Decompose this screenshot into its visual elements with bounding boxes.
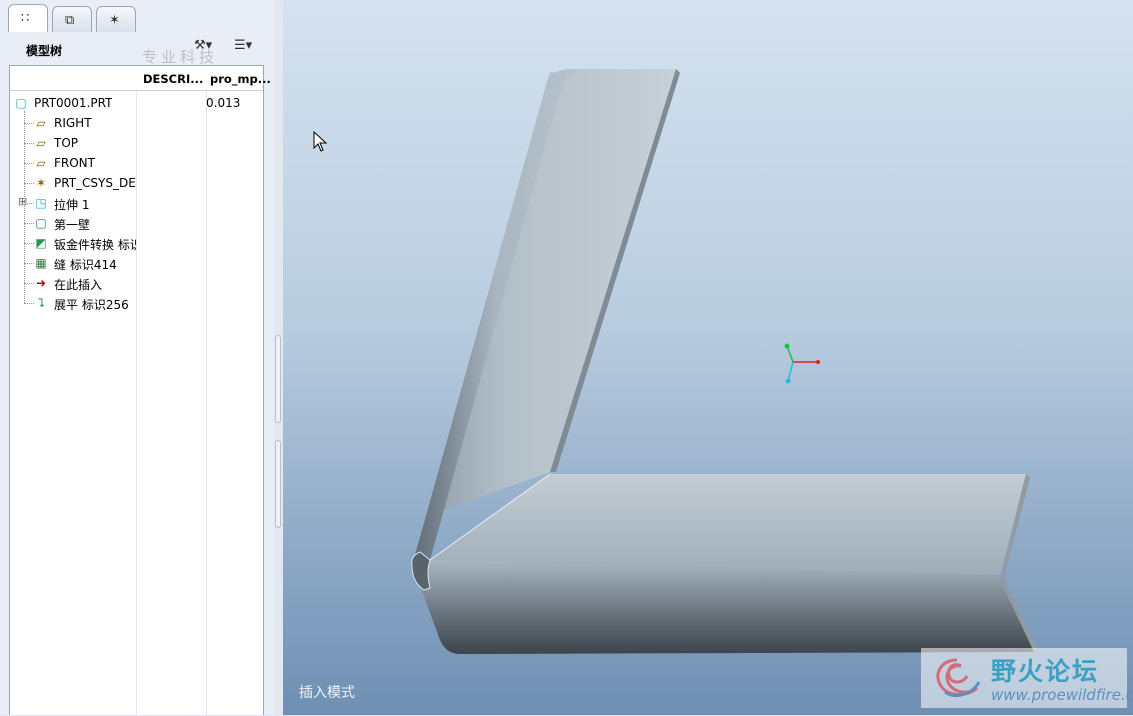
first-wall-icon: ▢	[35, 216, 47, 230]
model-tree-tab[interactable]: ∷	[8, 4, 48, 32]
tree-item-label: PRT0001.PRT	[34, 96, 113, 110]
tree-connector	[24, 303, 34, 304]
tree-connector	[24, 283, 34, 284]
forum-logo-icon	[936, 658, 981, 698]
tree-item-label: RIGHT	[54, 116, 92, 130]
csys-triad	[784, 343, 820, 384]
mouse-cursor-icon	[313, 130, 328, 152]
csys-z-endpoint	[785, 378, 791, 384]
navigator-tabs: ∷ ⧉ ✶	[0, 0, 274, 32]
extrude-icon: ◳	[35, 196, 47, 210]
splitter-grip[interactable]	[275, 335, 281, 423]
model-tree: DESCRI... pro_mp... ▢ PRT0001.PRT 0.013 ▱ RI…	[9, 65, 271, 716]
tree-connector	[24, 223, 34, 224]
bend-section-end	[411, 551, 431, 591]
tree-connector	[24, 123, 34, 124]
tree-header: DESCRI... pro_mp...	[10, 66, 271, 91]
tree-item[interactable]: ▱ TOP	[10, 133, 263, 153]
horizontal-flange-top-face	[430, 474, 1026, 575]
rip-icon: ▦	[35, 256, 47, 270]
tree-connector	[24, 243, 34, 244]
tree-connector	[24, 111, 25, 303]
horizontal-flange[interactable]	[411, 473, 1038, 654]
sheetmetal-convert-icon: ◩	[35, 236, 47, 250]
tree-connector	[24, 163, 34, 164]
graphics-viewport[interactable]: 插入模式 野火论坛 www.proewildfire.cn	[283, 0, 1133, 715]
datum-plane-icon: ▱	[36, 116, 46, 130]
coordinate-system-icon: ✶	[35, 176, 47, 190]
tree-item[interactable]: ➜ 在此插入	[10, 273, 263, 293]
forum-title: 野火论坛	[991, 657, 1100, 686]
tree-item-label: 在此插入	[54, 278, 103, 292]
tree-settings-icon[interactable]: ⚒▾	[194, 38, 212, 58]
tree-item-label: FRONT	[54, 156, 95, 170]
tree-item-value: 0.013	[206, 96, 241, 110]
tree-connector	[24, 183, 34, 184]
tree-item-label: 拉伸 1	[54, 198, 90, 212]
model-tree-toolbar: 模型树 专业科技 ⚒▾ ☰▾	[0, 32, 274, 66]
datum-plane-icon: ▱	[36, 136, 46, 150]
insert-here-arrow-icon: ➜	[35, 276, 47, 290]
csys-z-axis	[787, 361, 794, 382]
expand-icon[interactable]: ⊞	[18, 195, 28, 208]
tree-item[interactable]: ⮧ 展平 标识256	[10, 293, 263, 313]
unbend-icon: ⮧	[37, 296, 45, 310]
tree-item[interactable]: ▱ RIGHT	[10, 113, 263, 133]
tree-item[interactable]: ▢ PRT0001.PRT 0.013	[10, 93, 263, 113]
tree-item-label: 缝 标识414	[54, 258, 117, 272]
csys-y-axis	[786, 345, 794, 363]
csys-y-endpoint	[784, 343, 790, 349]
bend-region	[418, 560, 1034, 654]
column-header-pro-mp[interactable]: pro_mp...	[210, 72, 271, 86]
tree-item[interactable]: ▢ 第一壁	[10, 213, 263, 233]
folder-star-icon: ✶	[109, 13, 120, 28]
part-icon: ▢	[15, 96, 27, 110]
tree-item-label: TOP	[54, 136, 79, 150]
tree-show-icon[interactable]: ☰▾	[234, 38, 252, 58]
tree-item-label: 钣金件转换 标识	[54, 238, 136, 252]
csys-x-endpoint	[816, 360, 820, 364]
tree-item-label: 第一壁	[54, 218, 91, 232]
model-tree-icon: ∷	[21, 11, 30, 26]
tree-connector	[24, 263, 34, 264]
forum-watermark: 野火论坛 www.proewildfire.cn	[921, 648, 1133, 708]
tree-item[interactable]: ▦ 缝 标识414	[10, 253, 263, 273]
favorites-tab[interactable]: ✶	[96, 6, 136, 32]
splitter-grip[interactable]	[275, 440, 281, 528]
tree-item[interactable]: ▱ FRONT	[10, 153, 263, 173]
mode-status-text: 插入模式	[299, 685, 355, 701]
tree-item[interactable]: ✶ PRT_CSYS_DEF	[10, 173, 263, 193]
panel-splitter[interactable]	[274, 0, 283, 715]
tree-connector	[24, 143, 34, 144]
left-panel: ∷ ⧉ ✶ 模型树 专业科技 ⚒▾ ☰▾ DESCRI... pro_mp... ▢…	[0, 0, 274, 716]
datum-plane-icon: ▱	[36, 156, 46, 170]
tree-item[interactable]: ◩ 钣金件转换 标识	[10, 233, 263, 253]
tree-item-label: 展平 标识256	[54, 298, 129, 312]
column-header-description[interactable]: DESCRI...	[143, 72, 203, 86]
layers-tab[interactable]: ⧉	[52, 6, 92, 32]
model-tree-title: 模型树	[26, 44, 63, 58]
model-canvas[interactable]	[283, 0, 1133, 715]
tree-item[interactable]: ⊞ ◳ 拉伸 1	[10, 193, 263, 213]
layers-icon: ⧉	[65, 13, 75, 28]
forum-url: www.proewildfire.cn	[991, 686, 1133, 704]
tree-item-label: PRT_CSYS_DEF	[54, 176, 136, 190]
